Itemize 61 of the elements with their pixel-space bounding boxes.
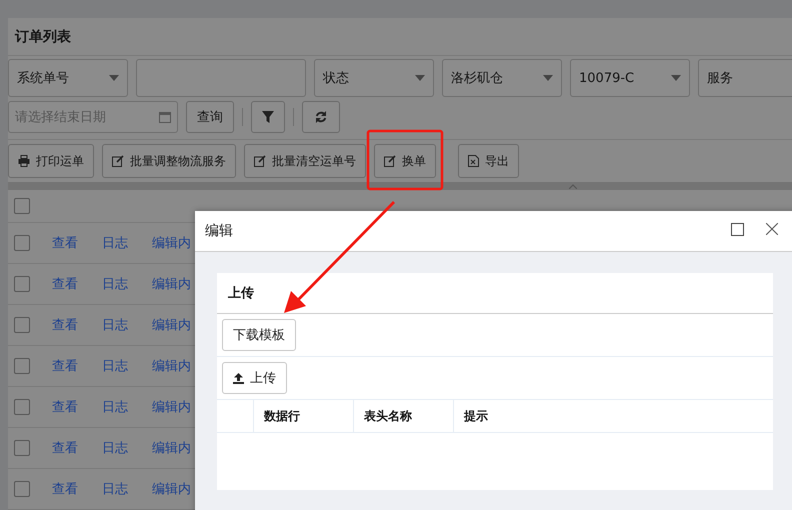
view-link[interactable]: 查看	[40, 357, 90, 375]
filter-select[interactable]: 服务	[698, 59, 792, 98]
row-checkbox[interactable]	[14, 235, 30, 251]
view-link[interactable]: 查看	[40, 480, 90, 498]
dialog-title: 编辑	[205, 222, 234, 240]
row-checkbox[interactable]	[14, 399, 30, 415]
row-checkbox[interactable]	[14, 358, 30, 374]
refresh-icon	[315, 111, 327, 124]
log-link[interactable]: 日志	[90, 234, 140, 252]
view-link[interactable]: 查看	[40, 398, 90, 416]
row-checkbox[interactable]	[14, 481, 30, 497]
caret-icon	[543, 75, 553, 82]
edit-icon	[112, 155, 124, 167]
refresh-button[interactable]	[302, 101, 340, 134]
action-button[interactable]: 导出	[458, 144, 519, 178]
row-checkbox[interactable]	[14, 276, 30, 292]
log-link[interactable]: 日志	[90, 439, 140, 457]
spreadsheet-file-icon	[468, 155, 479, 167]
log-link[interactable]: 日志	[90, 316, 140, 334]
row-checkbox[interactable]	[14, 440, 30, 456]
log-link[interactable]: 日志	[90, 275, 140, 293]
caret-icon	[671, 75, 681, 82]
select-all-checkbox[interactable]	[14, 198, 30, 214]
action-button[interactable]: 打印运单	[8, 144, 94, 178]
printer-icon	[18, 155, 30, 167]
download-template-button[interactable]: 下载模板	[222, 319, 296, 351]
caret-icon	[415, 75, 425, 82]
filter-select[interactable]: 系统单号	[8, 59, 128, 98]
filter-icon	[262, 111, 274, 124]
filter-select[interactable]: 状态	[314, 59, 434, 98]
edit-icon	[254, 155, 266, 167]
action-button[interactable]: 换单	[374, 144, 436, 178]
view-link[interactable]: 查看	[40, 234, 90, 252]
column-header: 提示	[453, 400, 773, 432]
view-link[interactable]: 查看	[40, 439, 90, 457]
column-header: 数据行	[253, 400, 353, 432]
chevron-up-icon	[569, 184, 577, 188]
filter-select[interactable]: 洛杉矶仓	[442, 59, 562, 98]
caret-icon	[109, 75, 119, 82]
calendar-icon	[159, 111, 171, 124]
action-button[interactable]: 批量清空运单号	[244, 144, 366, 178]
upload-button[interactable]: 上传	[222, 362, 287, 394]
action-button[interactable]: 批量调整物流服务	[102, 144, 236, 178]
upload-icon	[233, 372, 244, 384]
search-field[interactable]	[136, 59, 306, 98]
log-link[interactable]: 日志	[90, 480, 140, 498]
query-button[interactable]: 查询	[186, 101, 234, 134]
log-link[interactable]: 日志	[90, 398, 140, 416]
view-link[interactable]: 查看	[40, 316, 90, 334]
filter-button[interactable]	[251, 101, 285, 134]
view-link[interactable]: 查看	[40, 275, 90, 293]
column-header: 表头名称	[353, 400, 453, 432]
panel-title: 上传	[228, 285, 254, 302]
log-link[interactable]: 日志	[90, 357, 140, 375]
close-icon	[766, 223, 778, 235]
edit-icon	[384, 155, 396, 167]
filter-select[interactable]: 10079-C	[570, 59, 690, 98]
maximize-button[interactable]	[731, 223, 747, 239]
row-checkbox[interactable]	[14, 317, 30, 333]
maximize-icon	[731, 223, 744, 236]
page-title: 订单列表	[15, 28, 71, 46]
